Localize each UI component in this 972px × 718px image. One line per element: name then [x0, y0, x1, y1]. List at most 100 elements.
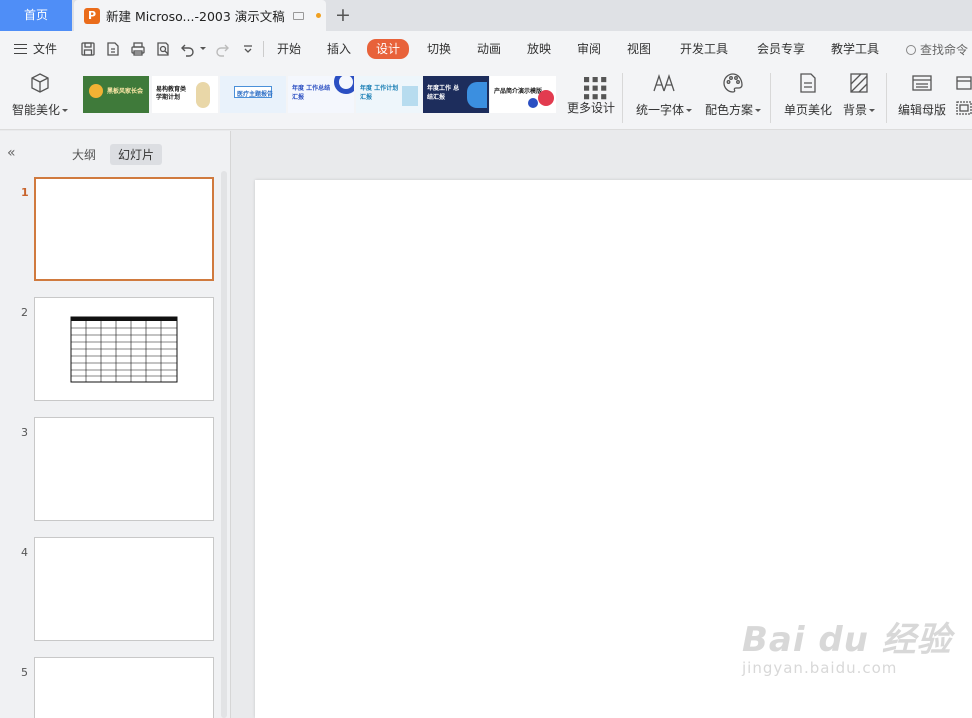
tab-member[interactable]: 会员专享 [757, 41, 805, 57]
background-button[interactable]: 背景 [843, 71, 876, 118]
search-command[interactable]: 查找命令 [906, 41, 968, 58]
unsaved-dot-icon [315, 13, 321, 18]
smart-beautify-label: 智能美化 [12, 103, 61, 117]
unify-font-button[interactable]: 统一字体 [636, 71, 693, 118]
template-title-7: 产品简介演示模版 [494, 88, 543, 95]
monitor-icon[interactable] [292, 11, 304, 20]
template-thumbnail-5[interactable]: 年度 工作计划汇报 [356, 76, 422, 113]
color-scheme-button[interactable]: 配色方案 [705, 71, 762, 118]
slide-number: 2 [21, 306, 28, 319]
slide-number: 4 [21, 546, 28, 559]
page-icon [796, 71, 820, 95]
edit-master-label: 编辑母版 [898, 103, 947, 117]
export-pdf-icon[interactable] [105, 41, 121, 57]
template-thumbnail-3[interactable]: 医疗主题报告 [220, 76, 286, 113]
ribbon-divider [886, 73, 887, 123]
template-title-2: 易构教育类 学期计划 [156, 86, 187, 101]
template-thumbnail-6[interactable]: 年度工作 总结汇报 [423, 76, 489, 113]
undo-dropdown-icon[interactable] [198, 41, 206, 57]
file-menu-button[interactable]: 文件 [14, 40, 57, 57]
tab-review[interactable]: 审阅 [577, 41, 601, 57]
redo-icon[interactable] [214, 41, 230, 57]
slide-thumbnail-4[interactable] [34, 537, 214, 641]
template-thumbnail-7[interactable]: 产品简介演示模版 [490, 76, 556, 113]
template-figure-icon [196, 82, 210, 108]
color-scheme-label: 配色方案 [705, 103, 754, 117]
search-icon [906, 44, 916, 55]
slide-number: 3 [21, 426, 28, 439]
menu-bar: 文件 开始 插入 设计 切换 动画 放映 审阅 视图 开发工具 会员专享 教学工… [0, 31, 972, 67]
grid-icon [584, 77, 607, 100]
smart-beautify-button[interactable]: 智能美化 [12, 71, 69, 118]
new-tab-button[interactable]: + [335, 5, 351, 25]
template-title-1: 黑板风家长会 [107, 88, 144, 95]
tab-slideshow[interactable]: 放映 [527, 41, 551, 57]
background-hatch-icon [847, 71, 871, 95]
template-dot-icon-2 [528, 98, 538, 108]
slide-thumbnail-3[interactable] [34, 417, 214, 521]
layout-icon[interactable] [956, 75, 972, 91]
unify-font-label: 统一字体 [636, 103, 685, 117]
slide-thumbnail-5[interactable] [34, 657, 214, 718]
tab-design[interactable]: 设计 [367, 39, 410, 59]
save-icon[interactable] [80, 41, 96, 57]
slide-number: 5 [21, 666, 28, 679]
baidu-watermark: Bai du 经验 jingyan.baidu.com [742, 612, 952, 677]
more-design-label: 更多设计 [567, 101, 616, 115]
edit-master-button[interactable]: 编辑母版 [898, 71, 946, 118]
tab-start[interactable]: 开始 [277, 41, 301, 57]
undo-icon[interactable] [180, 41, 196, 57]
search-command-label: 查找命令 [920, 43, 969, 57]
title-tab-bar: 首页 P 新建 Microso...-2003 演示文稿 + [0, 0, 972, 31]
template-thumbnail-4[interactable]: 年度 工作总结汇报 [288, 76, 354, 113]
template-ring-icon [334, 76, 354, 94]
print-icon[interactable] [130, 41, 146, 57]
slide-thumbnail-1[interactable] [34, 177, 214, 281]
tab-animation[interactable]: 动画 [477, 41, 501, 57]
tab-transition[interactable]: 切换 [427, 41, 451, 57]
palette-icon [721, 71, 745, 95]
tab-view[interactable]: 视图 [627, 41, 651, 57]
panel-scrollbar[interactable] [221, 171, 227, 718]
font-aa-icon [652, 71, 676, 95]
template-dot-icon [538, 90, 554, 106]
template-chart-icon [402, 86, 418, 106]
slide-thumbnail-2[interactable] [34, 297, 214, 401]
ribbon-divider [622, 73, 623, 123]
master-slide-icon [910, 71, 934, 95]
ribbon-divider [770, 73, 771, 123]
watermark-logo-text: Bai du 经验 [742, 620, 952, 660]
more-design-button[interactable]: 更多设计 [567, 71, 615, 116]
tab-home[interactable]: 首页 [0, 0, 72, 31]
customize-toolbar-icon[interactable] [240, 41, 256, 57]
tab-document[interactable]: P 新建 Microso...-2003 演示文稿 [74, 0, 326, 31]
file-menu-label: 文件 [33, 42, 58, 56]
cube-icon [28, 71, 52, 95]
slide-table-preview [70, 316, 178, 383]
template-emblem-icon [89, 84, 103, 98]
slides-panel: « 大纲 幻灯片 1 2 3 4 5 [0, 131, 231, 718]
background-label: 背景 [843, 103, 868, 117]
tab-outline[interactable]: 大纲 [64, 144, 104, 165]
tab-teaching[interactable]: 教学工具 [831, 41, 879, 57]
template-shape-icon [467, 82, 487, 108]
single-page-beautify-label: 单页美化 [784, 103, 833, 117]
template-title-5: 年度 工作计划汇报 [360, 85, 399, 101]
tab-developer[interactable]: 开发工具 [680, 41, 728, 57]
menu-divider [263, 41, 264, 57]
collapse-panel-button[interactable]: « [7, 145, 16, 161]
template-thumbnail-2[interactable]: 易构教育类 学期计划 [152, 76, 218, 113]
template-title-3: 医疗主题报告 [237, 91, 274, 98]
print-preview-icon[interactable] [155, 41, 171, 57]
tab-insert[interactable]: 插入 [327, 41, 351, 57]
single-page-beautify-button[interactable]: 单页美化 [784, 71, 832, 118]
template-thumbnail-1[interactable]: 黑板风家长会 [83, 76, 149, 113]
presentation-logo-icon: P [84, 7, 100, 24]
hamburger-icon [14, 43, 27, 54]
slide-size-icon[interactable] [956, 100, 972, 116]
template-title-4: 年度 工作总结汇报 [292, 85, 331, 101]
document-title: 新建 Microso...-2003 演示文稿 [106, 9, 285, 24]
slide-number: 1 [21, 186, 29, 199]
design-ribbon: 智能美化 黑板风家长会 易构教育类 学期计划 医疗主题报告 年度 工作总结汇报 … [0, 67, 972, 130]
tab-slides[interactable]: 幻灯片 [110, 144, 163, 165]
